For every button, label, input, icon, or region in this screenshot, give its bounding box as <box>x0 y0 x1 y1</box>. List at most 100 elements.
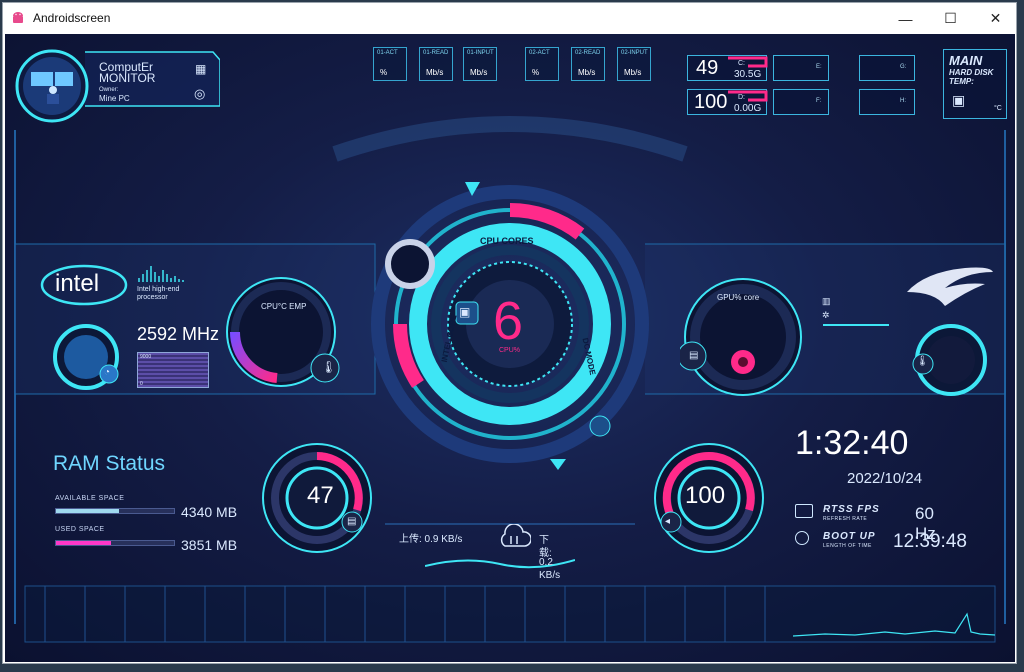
fps-value: 60 <box>915 504 934 523</box>
user-icon[interactable]: ◎ <box>194 86 205 102</box>
speedometer-icon: ◔ <box>104 367 111 378</box>
ram-available-value: 4340 MB <box>181 504 238 520</box>
ring-label-top: CPU CORES <box>480 236 534 246</box>
disk-d-free: 0.00G <box>734 103 762 114</box>
indicator-01-input: 01-INPUT Mb/s <box>463 47 497 81</box>
maximize-button[interactable]: ☐ <box>928 3 973 34</box>
cpu-chip-icon: ▣ <box>459 305 471 319</box>
floppy-disk-icon: ▣ <box>952 92 966 108</box>
title-bar[interactable]: Androidscreen — ☐ ✕ <box>3 3 1016 34</box>
indicator-02-act: 02-ACT % <box>525 47 559 81</box>
cpu-core-count: 6 <box>493 291 524 351</box>
indicator-unit: Mb/s <box>624 68 642 77</box>
brand-block: ComputEr MONITOR Owner: Mine PC ▦ ◎ <box>15 48 220 128</box>
android-icon <box>13 12 23 23</box>
ram-available-label: AVAILABLE SPACE <box>55 495 125 502</box>
cpu-frequency: 2592 MHz <box>137 324 220 344</box>
monitor-icon <box>795 504 813 518</box>
boot-time-value: 12:39:48 <box>893 531 967 552</box>
power-icon <box>795 531 809 545</box>
gpu-thermometer-icon: 🌡 <box>916 356 929 367</box>
indicator-unit: Mb/s <box>578 68 596 77</box>
disk-e: E: <box>773 55 829 81</box>
indicator-02-read: 02-READ Mb/s <box>571 47 605 81</box>
upload-speed: 上传: 0.9 KB/s <box>399 534 463 545</box>
indicator-unit: % <box>380 68 388 77</box>
fps-label: RTSS FPS <box>823 504 880 515</box>
cpu-mini-max: 9000 <box>140 354 152 360</box>
ram-available-bar <box>55 508 175 514</box>
speaker-icon[interactable]: ◂ <box>665 516 670 527</box>
cpu-desc-1: Intel high-end <box>137 286 180 293</box>
disk-c-letter: C: <box>738 60 745 67</box>
brand-line-2: MONITOR <box>99 71 156 85</box>
owner-name: Mine PC <box>99 94 130 103</box>
disk-f-letter: F: <box>816 98 822 104</box>
boot-label: BOOT UP <box>823 531 876 542</box>
ram-used-label: USED SPACE <box>55 526 105 533</box>
main-title: MAIN <box>949 53 983 68</box>
monitor-dashboard: ComputEr MONITOR Owner: Mine PC ▦ ◎ 01-A… <box>5 34 1015 662</box>
memory-load-value: 47 <box>307 482 334 509</box>
ram-available-fill <box>56 509 119 513</box>
disk-f: F: <box>773 89 829 115</box>
temp-label: TEMP: <box>949 77 974 86</box>
indicator-01-read: 01-READ Mb/s <box>419 47 453 81</box>
boot-sub-label: LENGTH OF TIME <box>823 543 872 549</box>
download-speed-value: 0.2 <box>539 557 553 568</box>
disk-c: 49 C: 30.5G <box>687 55 768 81</box>
indicator-02-input: 02-INPUT Mb/s <box>617 47 651 81</box>
disk-c-free: 30.5G <box>734 69 762 80</box>
disk-c-percent: 49 <box>696 57 719 79</box>
indicator-label: 01-ACT <box>377 50 398 56</box>
gpu-card-icon: ▤ <box>689 350 699 361</box>
grid-menu-icon[interactable]: ▦ <box>195 62 206 76</box>
disk-g: G: <box>859 55 915 81</box>
clock-date: 2022/10/24 <box>847 470 923 487</box>
close-button[interactable]: ✕ <box>973 3 1018 34</box>
indicator-unit: % <box>532 68 540 77</box>
thermometer-icon: 🌡 <box>321 360 337 374</box>
indicator-unit: Mb/s <box>426 68 444 77</box>
cloud-transfer-icon <box>500 524 531 547</box>
cpu-mini-min: 0 <box>140 381 143 387</box>
indicator-unit: Mb/s <box>470 68 488 77</box>
ram-title: RAM Status <box>53 452 166 475</box>
memory-chip-icon: ▤ <box>347 516 357 527</box>
indicator-label: 02-READ <box>575 50 601 56</box>
disk-row-1: 49 C: 30.5G E: G: <box>687 55 947 81</box>
hard-disk-label: HARD DISK <box>949 68 994 77</box>
fps-sub-label: REFRESH RATE <box>823 516 868 522</box>
clock-time: 1:32:40 <box>795 424 909 462</box>
volume-value: 100 <box>685 482 726 509</box>
cpu-core-ring <box>53 324 119 390</box>
disk-d-letter: D: <box>738 94 745 101</box>
disk-e-letter: E: <box>816 64 822 70</box>
rog-logo-icon <box>907 267 993 306</box>
disk-d-percent: 100 <box>694 91 728 113</box>
ram-used-value: 3851 MB <box>181 537 238 553</box>
indicator-label: 01-READ <box>423 50 449 56</box>
ram-used-bar <box>55 540 175 546</box>
indicator-label: 02-INPUT <box>621 50 648 56</box>
minimize-button[interactable]: — <box>883 3 928 34</box>
cpu-desc-2: processor <box>137 294 168 301</box>
disk-d: 100 D: 0.00G <box>687 89 768 115</box>
disk-g-letter: G: <box>900 64 907 70</box>
ram-used-fill <box>56 541 112 545</box>
indicator-label: 01-INPUT <box>467 50 494 56</box>
owner-label: Owner: <box>99 87 119 93</box>
window-title: Androidscreen <box>33 11 111 25</box>
indicator-label: 02-ACT <box>529 50 550 56</box>
fan-icon: ✲ <box>822 310 830 320</box>
cpu-panel: intel Intel high-end processor 2592 MHz … <box>25 254 365 394</box>
indicator-01-act: 01-ACT % <box>373 47 407 81</box>
cpu-percent-label: CPU% <box>499 347 521 354</box>
hard-disk-temp-panel: MAIN HARD DISK TEMP: ▣ °C <box>943 49 1007 119</box>
app-window: Androidscreen — ☐ ✕ ComputEr MONITOR Own… <box>2 2 1017 664</box>
user-avatar-icon <box>31 72 73 104</box>
disk-h: H: <box>859 89 915 115</box>
gpu-core-label: GPU% core <box>717 293 760 302</box>
disk-row-2: 100 D: 0.00G F: H: <box>687 89 947 115</box>
storage-icon: ▥ <box>822 296 831 306</box>
